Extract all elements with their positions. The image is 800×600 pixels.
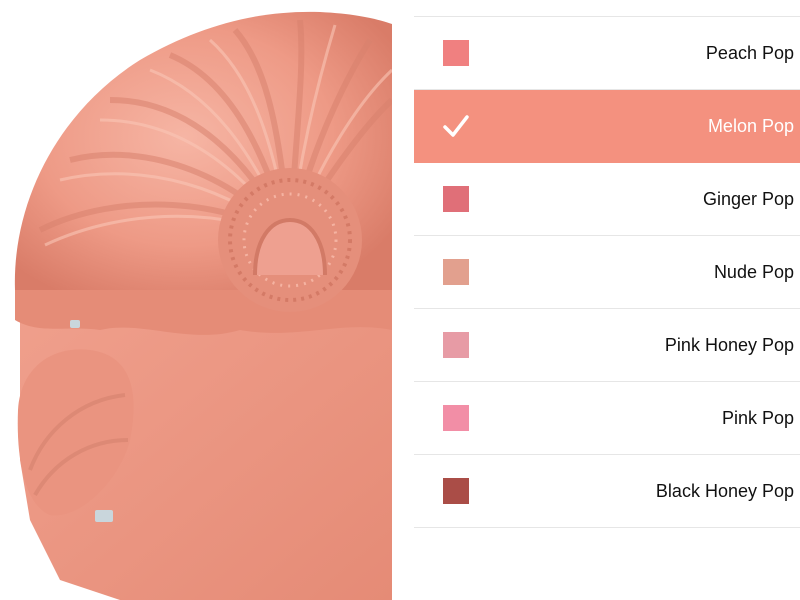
shade-list: Peach Pop Melon Pop Ginger Pop Nude Pop … (414, 16, 800, 529)
shade-option-peach-pop[interactable]: Peach Pop (414, 17, 800, 90)
blush-image (14, 11, 392, 600)
shade-swatch (443, 405, 469, 431)
product-page: Peach Pop Melon Pop Ginger Pop Nude Pop … (0, 0, 800, 600)
check-icon (442, 112, 470, 140)
shade-option-pink-pop[interactable]: Pink Pop (414, 382, 800, 455)
shade-option-black-honey-pop[interactable]: Black Honey Pop (414, 455, 800, 528)
shade-option-nude-pop[interactable]: Nude Pop (414, 236, 800, 309)
shade-option-pink-honey-pop[interactable]: Pink Honey Pop (414, 309, 800, 382)
shade-label: Pink Honey Pop (664, 335, 794, 355)
shade-swatch (443, 332, 469, 358)
product-image (0, 0, 392, 600)
shade-swatch (443, 186, 469, 212)
shade-label: Nude Pop (713, 262, 794, 282)
shade-label: Ginger Pop (702, 189, 794, 209)
shade-option-melon-pop[interactable]: Melon Pop (414, 90, 800, 163)
shade-option-ginger-pop[interactable]: Ginger Pop (414, 163, 800, 236)
shade-label: Black Honey Pop (655, 481, 794, 501)
shade-swatch (443, 40, 469, 66)
shade-label: Pink Pop (721, 408, 794, 428)
shade-swatch (443, 259, 469, 285)
shade-label: Melon Pop (707, 116, 794, 136)
shade-swatch (443, 478, 469, 504)
shade-label: Peach Pop (705, 43, 794, 63)
